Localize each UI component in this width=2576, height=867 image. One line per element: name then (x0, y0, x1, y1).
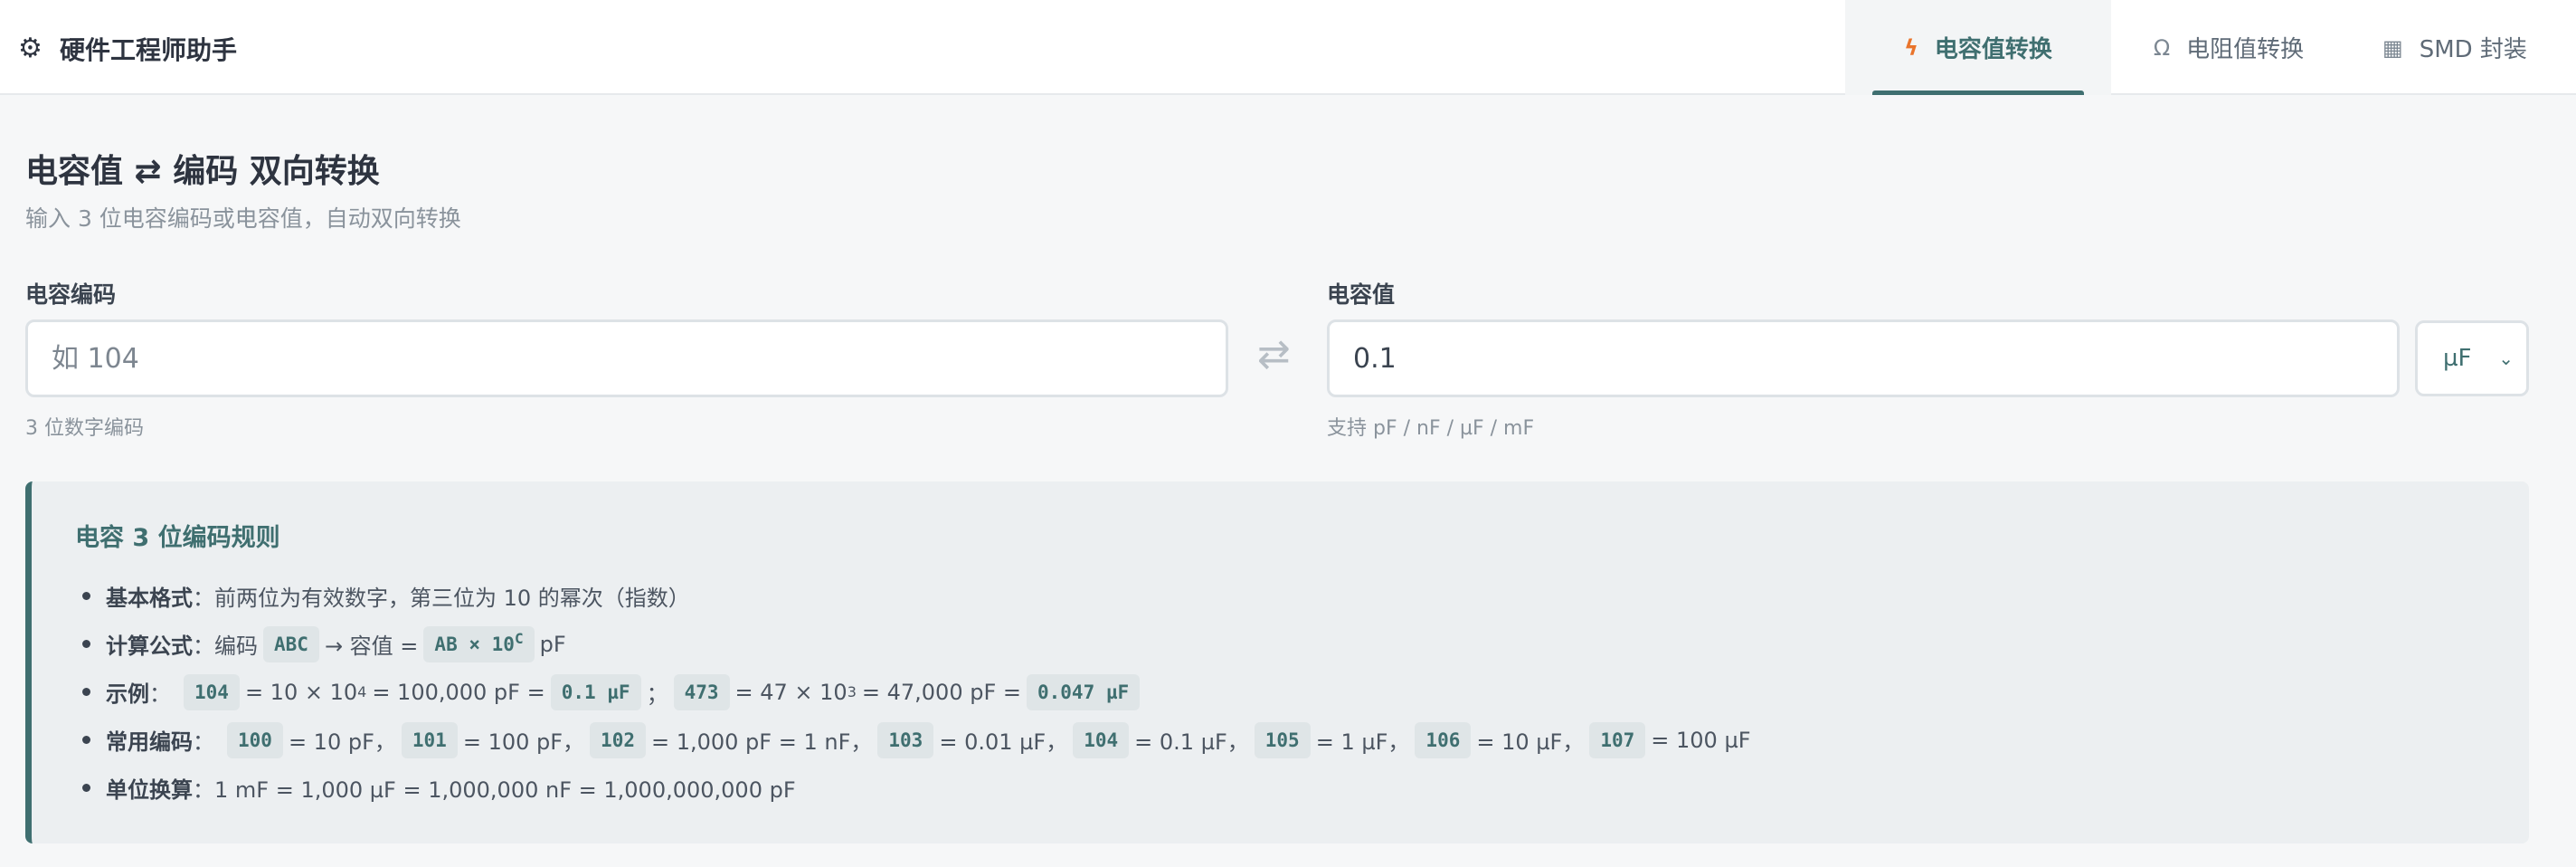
brand: ⚙ 硬件工程师助手 (18, 31, 237, 67)
example-code-104-value: 0.1 µF (550, 673, 641, 710)
rule-example-label: 示例 (106, 681, 149, 707)
unit-select-value: µF (2443, 345, 2472, 372)
common-value: = 0.01 µF， (939, 729, 1068, 755)
common-value: = 100 pF， (462, 729, 585, 755)
code-input[interactable] (25, 319, 1228, 397)
formula-expr-exp: C (514, 629, 524, 647)
common-code: 107 (1589, 721, 1646, 758)
app-header: ⚙ 硬件工程师助手 ϟ 电容值转换 Ω 电阻值转换 ▦ SMD 封装 (0, 0, 2576, 95)
rule-common-label: 常用编码 (106, 729, 193, 755)
common-value: = 0.1 µF， (1134, 729, 1249, 755)
example-473-result: = 47,000 pF = (861, 679, 1021, 705)
code-field-hint: 3 位数字编码 (25, 417, 144, 440)
example-code-473-value: 0.047 µF (1027, 673, 1141, 710)
common-value: = 100 µF (1651, 727, 1751, 753)
tab-smd[interactable]: ▦ SMD 封装 (2346, 0, 2576, 95)
rule-formula-text2: → 容值 = (324, 634, 419, 659)
swap-arrows-icon: ⇄ (1257, 331, 1291, 377)
common-code: 102 (590, 721, 646, 758)
common-code: 101 (401, 721, 458, 758)
rule-units: 单位换算 ：1 mF = 1,000 µF = 1,000,000 nF = 1… (82, 764, 1751, 812)
rule-formula-text3: pF (539, 631, 566, 657)
value-input[interactable] (1327, 319, 2400, 397)
page-subtitle: 输入 3 位电容编码或电容值，自动双向转换 (25, 205, 461, 232)
common-code: 100 (227, 721, 283, 758)
rule-units-label: 单位换算 (106, 777, 193, 803)
unit-select[interactable]: µF ⌄ (2415, 320, 2529, 396)
common-code: 106 (1415, 721, 1472, 758)
common-value: = 10 µF， (1476, 729, 1585, 755)
rule-formula-text1: ：编码 (193, 634, 258, 659)
rule-formula-label: 计算公式 (106, 634, 193, 659)
example-104-calc: = 10 × 10 (244, 679, 358, 705)
omega-icon: Ω (2153, 34, 2171, 61)
formula-code-expr: AB × 10C (423, 625, 535, 662)
example-473-calc: = 47 × 10 (734, 679, 848, 705)
tab-resistor-label: 电阻值转换 (2186, 36, 2305, 63)
tab-capacitor-label: 电容值转换 (1934, 36, 2052, 63)
tab-smd-label: SMD 封装 (2419, 36, 2527, 63)
value-field-hint: 支持 pF / nF / µF / mF (1327, 417, 1535, 440)
grid-icon: ▦ (2382, 34, 2403, 61)
formula-expr-base: AB × 10 (434, 633, 515, 655)
rules-title: 电容 3 位编码规则 (75, 524, 280, 552)
example-104-result: = 100,000 pF = (372, 679, 545, 705)
nav-tabs: ϟ 电容值转换 Ω 电阻值转换 ▦ SMD 封装 (1845, 0, 2576, 95)
lightning-icon: ϟ (1904, 34, 1918, 61)
rules-list: 基本格式 ：前两位为有效数字，第三位为 10 的幂次（指数） 计算公式 ：编码 … (82, 572, 1751, 812)
rule-example-sep: ： (149, 681, 171, 707)
rule-basic-text: ：前两位为有效数字，第三位为 10 的幂次（指数） (193, 586, 690, 611)
example-code-104: 104 (184, 673, 240, 710)
rule-common: 常用编码 ： 100 = 10 pF， 101 = 100 pF， 102 = 1,0… (82, 716, 1751, 764)
example-separator: ； (646, 681, 668, 707)
common-code: 104 (1073, 721, 1130, 758)
rules-panel: 电容 3 位编码规则 基本格式 ：前两位为有效数字，第三位为 10 的幂次（指数… (25, 481, 2529, 843)
gear-icon: ⚙ (18, 33, 43, 64)
common-code: 105 (1254, 721, 1311, 758)
rule-units-text: ：1 mF = 1,000 µF = 1,000,000 nF = 1,000,… (193, 777, 796, 803)
common-code: 103 (877, 721, 934, 758)
example-code-473: 473 (673, 673, 730, 710)
tab-capacitor[interactable]: ϟ 电容值转换 (1845, 0, 2111, 95)
code-field-label: 电容编码 (25, 281, 117, 308)
formula-code-abc: ABC (263, 625, 319, 662)
value-field-label: 电容值 (1327, 281, 1396, 308)
chevron-down-icon: ⌄ (2498, 348, 2514, 369)
rule-basic-label: 基本格式 (106, 586, 193, 611)
app-title: 硬件工程师助手 (60, 35, 238, 65)
rule-formula: 计算公式 ：编码 ABC → 容值 = AB × 10C pF (82, 620, 1751, 668)
page-title: 电容值 ⇄ 编码 双向转换 (25, 153, 380, 190)
common-value: = 1,000 pF = 1 nF， (650, 729, 873, 755)
rule-basic: 基本格式 ：前两位为有效数字，第三位为 10 的幂次（指数） (82, 572, 1751, 620)
common-value: = 10 pF， (288, 729, 396, 755)
tab-resistor[interactable]: Ω 电阻值转换 (2111, 0, 2346, 95)
common-value: = 1 µF， (1315, 729, 1410, 755)
rule-common-sep: ： (193, 729, 214, 755)
rule-example: 示例 ： 104 = 10 × 10 4 = 100,000 pF = 0.1 µ… (82, 668, 1751, 716)
